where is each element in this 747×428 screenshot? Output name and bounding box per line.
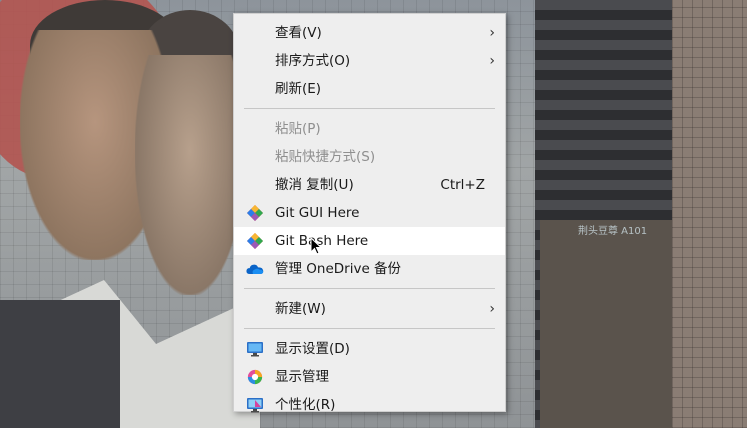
chevron-right-icon: ›: [489, 53, 495, 69]
menu-item-label: 排序方式(O): [275, 53, 351, 69]
mural-face-right: [135, 55, 245, 295]
background-industrial: [540, 220, 675, 428]
chevron-right-icon: ›: [489, 301, 495, 317]
menu-item-label: 个性化(R): [275, 397, 336, 413]
menu-item-refresh[interactable]: 刷新(E): [234, 75, 505, 103]
menu-item-git-bash[interactable]: Git Bash Here: [234, 227, 505, 255]
menu-item-personalize[interactable]: 个性化(R): [234, 391, 505, 419]
display-manager-icon: [247, 369, 263, 385]
background-tower: [672, 0, 747, 428]
menu-item-label: 撤消 复制(U): [275, 177, 354, 193]
menu-item-git-gui[interactable]: Git GUI Here: [234, 199, 505, 227]
menu-item-sort-by[interactable]: 排序方式(O) ›: [234, 47, 505, 75]
onedrive-cloud-icon: [246, 264, 264, 274]
shortcut-label: Ctrl+Z: [440, 177, 485, 193]
menu-item-label: 查看(V): [275, 25, 322, 41]
menu-item-new[interactable]: 新建(W) ›: [234, 295, 505, 323]
menu-separator: [244, 328, 495, 329]
menu-item-label: Git GUI Here: [275, 205, 360, 221]
menu-item-label: 管理 OneDrive 备份: [275, 261, 402, 277]
menu-item-undo-copy[interactable]: 撤消 复制(U) Ctrl+Z: [234, 171, 505, 199]
menu-item-label: 粘贴快捷方式(S): [275, 149, 376, 165]
menu-item-display-settings[interactable]: 显示设置(D): [234, 335, 505, 363]
menu-item-label: 新建(W): [275, 301, 326, 317]
menu-item-view[interactable]: 查看(V) ›: [234, 19, 505, 47]
personalize-icon: [247, 398, 263, 413]
menu-separator: [244, 288, 495, 289]
chevron-right-icon: ›: [489, 25, 495, 41]
menu-item-label: 粘贴(P): [275, 121, 321, 137]
menu-item-label: 显示设置(D): [275, 341, 350, 357]
git-icon: [247, 205, 263, 221]
desktop-context-menu: 查看(V) › 排序方式(O) › 刷新(E) 粘贴(P) 粘贴快捷方式(S) …: [233, 13, 506, 413]
menu-item-paste[interactable]: 粘贴(P): [234, 115, 505, 143]
building-sign: 荆头豆尊 A101: [578, 226, 648, 237]
display-monitor-icon: [247, 342, 263, 357]
menu-separator: [244, 108, 495, 109]
git-icon: [247, 233, 263, 249]
mural-jacket: [0, 300, 120, 428]
menu-item-onedrive-backup[interactable]: 管理 OneDrive 备份: [234, 255, 505, 283]
menu-item-display-manager[interactable]: 显示管理: [234, 363, 505, 391]
menu-item-label: 刷新(E): [275, 81, 322, 97]
mouse-cursor-icon: [310, 237, 322, 255]
menu-item-paste-shortcut[interactable]: 粘贴快捷方式(S): [234, 143, 505, 171]
menu-item-label: 显示管理: [275, 369, 329, 385]
